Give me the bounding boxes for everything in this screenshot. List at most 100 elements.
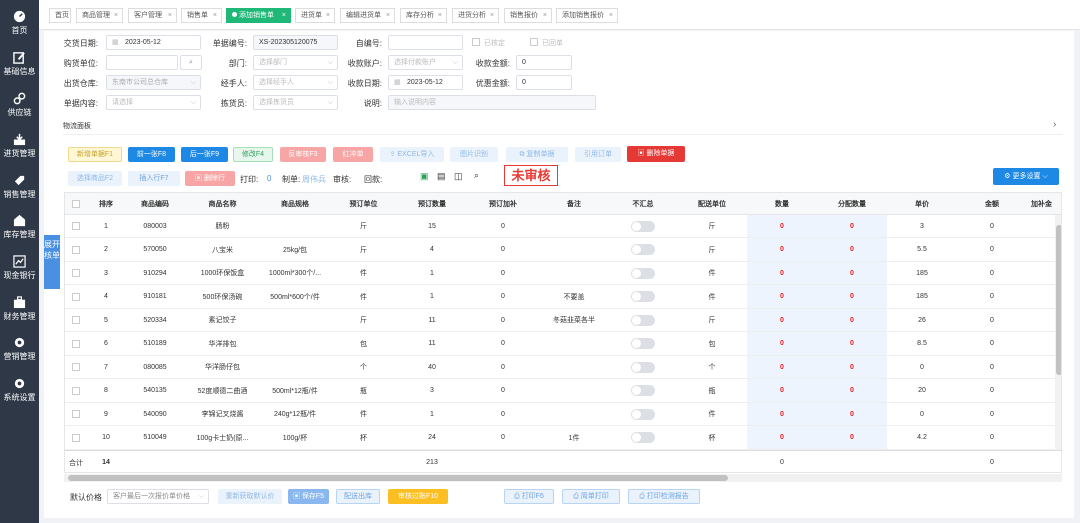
cell-dunit[interactable]: 斤 [677, 215, 747, 237]
cell-idx[interactable]: 6 [87, 333, 125, 355]
row-checkbox[interactable] [65, 239, 87, 261]
no-summary-toggle[interactable] [609, 356, 677, 378]
no-summary-toggle[interactable] [609, 215, 677, 237]
cell-dunit[interactable]: 件 [677, 286, 747, 308]
cell-add[interactable]: 0 [467, 427, 539, 449]
cell-note[interactable] [539, 380, 609, 402]
payment-date-field[interactable]: ▦ 2023-05-12 [388, 75, 463, 90]
excel-import-button[interactable]: ⇪ EXCEL导入 [380, 147, 444, 162]
cell-amount[interactable]: 0 [957, 309, 1027, 331]
cell-note[interactable]: 1件 [539, 427, 609, 449]
cell-alloc[interactable]: 0 [817, 356, 887, 378]
tab-add-sales-quote[interactable]: 添加销售报价 × [556, 8, 618, 23]
sidebar-item-inventory[interactable]: 库存管理 [0, 214, 39, 240]
cell-spec[interactable]: 500ml*12瓶/件 [260, 380, 330, 402]
cell-dunit[interactable]: 斤 [677, 239, 747, 261]
cell-dunit[interactable]: 斤 [677, 309, 747, 331]
cell-unit[interactable]: 杯 [330, 427, 397, 449]
close-icon[interactable]: × [114, 9, 118, 22]
default-price-select[interactable]: 客户最后一次报价单价格 ⌵ [107, 489, 209, 504]
row-checkbox[interactable] [65, 356, 87, 378]
cell-note[interactable] [539, 403, 609, 425]
cell-code[interactable]: 540090 [125, 403, 185, 425]
cell-qty[interactable]: 11 [397, 333, 467, 355]
table-row[interactable]: 10 510049 100g卡士奶(原... 100g/杯杯 24 0 1件杯 0 0 4.2 0 [65, 427, 1061, 450]
cell-code[interactable]: 510049 [125, 427, 185, 449]
no-summary-toggle[interactable] [609, 309, 677, 331]
no-summary-toggle[interactable] [609, 333, 677, 355]
cell-alloc[interactable]: 0 [817, 333, 887, 355]
cell-note[interactable]: 不要盖 [539, 286, 609, 308]
no-summary-toggle[interactable] [609, 427, 677, 449]
returned-checkbox[interactable]: 已回单 [530, 38, 563, 48]
cell-unit[interactable]: 斤 [330, 239, 397, 261]
close-icon[interactable]: × [326, 9, 330, 22]
cell-qty[interactable]: 1 [397, 286, 467, 308]
clipboard-icon[interactable]: ▤ [437, 171, 446, 182]
logistics-expand-icon[interactable]: › [1053, 119, 1056, 130]
table-row[interactable]: 5 520334 素记饺子斤 11 0 冬菇韭菜各半斤 0 0 26 0 [65, 309, 1061, 332]
vertical-scrollbar[interactable] [1055, 215, 1061, 450]
quick-print-button[interactable]: ⎙ 简单打印 [562, 489, 620, 504]
tab-home[interactable]: 首页 [49, 8, 71, 23]
cell-dunit[interactable]: 包 [677, 333, 747, 355]
cell-unit[interactable]: 个 [330, 356, 397, 378]
row-checkbox[interactable] [65, 380, 87, 402]
cell-code[interactable]: 520334 [125, 309, 185, 331]
tab-products[interactable]: 商品管理 × [76, 8, 123, 23]
cell-add[interactable]: 0 [467, 309, 539, 331]
close-icon[interactable]: × [543, 9, 547, 22]
previous-button[interactable]: 前一张F8 [128, 147, 175, 162]
horizontal-scrollbar[interactable] [64, 474, 1062, 482]
submit-audit-button[interactable]: 审核过账F10 [388, 489, 448, 504]
copy-document-button[interactable]: ⧉ 复制单据 [506, 147, 568, 162]
cell-num[interactable]: 0 [747, 309, 817, 331]
next-button[interactable]: 后一张F9 [181, 147, 228, 162]
print-report-button[interactable]: ⎙ 打印检测报告 [628, 489, 700, 504]
cell-amount[interactable]: 0 [957, 286, 1027, 308]
close-icon[interactable]: × [282, 9, 286, 22]
cell-spec[interactable] [260, 356, 330, 378]
no-summary-toggle[interactable] [609, 239, 677, 261]
row-checkbox[interactable] [65, 427, 87, 449]
sidebar-item-home[interactable]: 首页 [0, 10, 39, 36]
cell-amount[interactable]: 0 [957, 215, 1027, 237]
cell-alloc[interactable]: 0 [817, 380, 887, 402]
warehouse-select[interactable]: 东南市公司总仓库 ⌵ [106, 75, 201, 90]
cell-amount[interactable]: 0 [957, 333, 1027, 355]
ship-out-button[interactable]: 配送出库 [336, 489, 380, 504]
department-select[interactable]: 选择部门 ⌵ [253, 55, 338, 70]
select-product-button[interactable]: 选择商品F2 [68, 171, 122, 186]
cell-qty[interactable]: 1 [397, 403, 467, 425]
more-settings-button[interactable]: ⚙ 更多设置 ⌵ [993, 168, 1059, 185]
cell-code[interactable]: 540135 [125, 380, 185, 402]
no-summary-toggle[interactable] [609, 286, 677, 308]
cell-idx[interactable]: 8 [87, 380, 125, 402]
tab-edit-purchase[interactable]: 编辑进货单 × [340, 8, 395, 23]
close-icon[interactable]: × [213, 9, 217, 22]
cell-price[interactable]: 8.5 [887, 333, 957, 355]
cell-code[interactable]: 080085 [125, 356, 185, 378]
cell-name[interactable]: 华洋排包 [185, 333, 260, 355]
scrollbar-thumb[interactable] [68, 475, 728, 481]
cell-name[interactable]: 肠粉 [185, 215, 260, 237]
tab-sales-quote[interactable]: 销售报价 × [504, 8, 552, 23]
cell-note[interactable]: 冬菇韭菜各半 [539, 309, 609, 331]
print-button[interactable]: ⎙ 打印F6 [504, 489, 554, 504]
cell-price[interactable]: 3 [887, 215, 957, 237]
no-summary-toggle[interactable] [609, 262, 677, 284]
picker-select[interactable]: 选择拣货员 ⌵ [253, 95, 338, 110]
save-button[interactable]: ▣ 保存F5 [288, 489, 329, 504]
sidebar-item-cash-bank[interactable]: 现金银行 [0, 255, 39, 281]
cell-idx[interactable]: 1 [87, 215, 125, 237]
header-select-all[interactable] [65, 193, 87, 214]
buyer-search-button[interactable]: ⌕ [180, 55, 202, 70]
cell-spec[interactable]: 100g/杯 [260, 427, 330, 449]
cell-add[interactable]: 0 [467, 239, 539, 261]
row-checkbox[interactable] [65, 333, 87, 355]
cell-code[interactable]: 910294 [125, 262, 185, 284]
tab-add-sales-order[interactable]: 添加销售单 × [226, 8, 291, 23]
cell-num[interactable]: 0 [747, 239, 817, 261]
cell-note[interactable] [539, 333, 609, 355]
self-number-field[interactable] [388, 35, 463, 50]
